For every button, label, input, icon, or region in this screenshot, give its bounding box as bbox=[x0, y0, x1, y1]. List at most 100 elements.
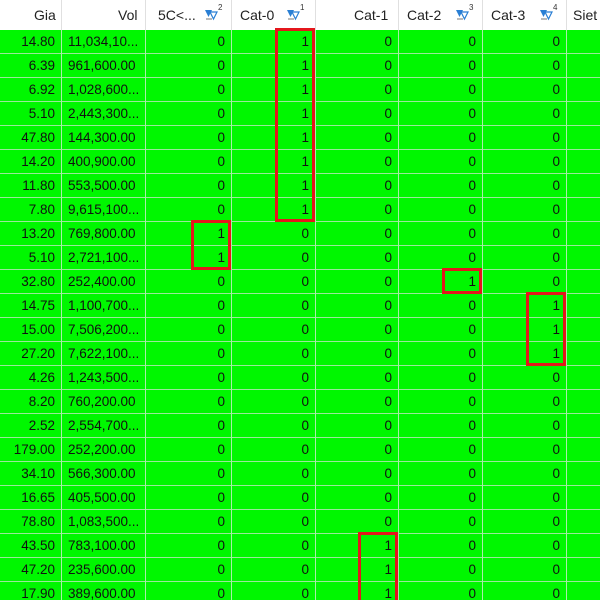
cell-5c[interactable]: 0 bbox=[146, 558, 232, 582]
cell-cat-3[interactable]: 0 bbox=[483, 582, 567, 600]
cell-siet[interactable] bbox=[567, 414, 600, 438]
cell-cat-2[interactable]: 0 bbox=[399, 54, 483, 78]
cell-cat-0[interactable]: 0 bbox=[232, 222, 316, 246]
cell-cat-2[interactable]: 0 bbox=[399, 390, 483, 414]
cell-cat-1[interactable]: 0 bbox=[316, 438, 399, 462]
cell-gia[interactable]: 13.20 bbox=[0, 222, 62, 246]
table-row[interactable]: 15.00 7,506,200... 0 0 0 0 1 bbox=[0, 318, 600, 342]
column-header-cat-3[interactable]: Cat-3 4 bbox=[483, 0, 567, 30]
cell-cat-1[interactable]: 0 bbox=[316, 222, 399, 246]
cell-cat-2[interactable]: 0 bbox=[399, 486, 483, 510]
cell-cat-0[interactable]: 0 bbox=[232, 414, 316, 438]
cell-cat-0[interactable]: 1 bbox=[232, 102, 316, 126]
table-row[interactable]: 47.20 235,600.00 0 0 1 0 0 bbox=[0, 558, 600, 582]
cell-cat-1[interactable]: 0 bbox=[316, 342, 399, 366]
column-header-gia[interactable]: Gia bbox=[0, 0, 62, 30]
cell-siet[interactable] bbox=[567, 366, 600, 390]
cell-siet[interactable] bbox=[567, 582, 600, 600]
table-row[interactable]: 78.80 1,083,500... 0 0 0 0 0 bbox=[0, 510, 600, 534]
cell-vol[interactable]: 2,443,300... bbox=[62, 102, 146, 126]
cell-5c[interactable]: 0 bbox=[146, 534, 232, 558]
table-row[interactable]: 34.10 566,300.00 0 0 0 0 0 bbox=[0, 462, 600, 486]
cell-cat-2[interactable]: 0 bbox=[399, 78, 483, 102]
cell-vol[interactable]: 566,300.00 bbox=[62, 462, 146, 486]
cell-vol[interactable]: 144,300.00 bbox=[62, 126, 146, 150]
cell-cat-1[interactable]: 0 bbox=[316, 126, 399, 150]
cell-siet[interactable] bbox=[567, 126, 600, 150]
cell-cat-3[interactable]: 0 bbox=[483, 534, 567, 558]
cell-gia[interactable]: 7.80 bbox=[0, 198, 62, 222]
table-row[interactable]: 11.80 553,500.00 0 1 0 0 0 bbox=[0, 174, 600, 198]
cell-cat-1[interactable]: 1 bbox=[316, 534, 399, 558]
cell-cat-2[interactable]: 0 bbox=[399, 534, 483, 558]
cell-vol[interactable]: 400,900.00 bbox=[62, 150, 146, 174]
cell-cat-3[interactable]: 0 bbox=[483, 462, 567, 486]
cell-5c[interactable]: 0 bbox=[146, 198, 232, 222]
sort-descending-icon[interactable]: 2 bbox=[204, 3, 224, 21]
table-row[interactable]: 13.20 769,800.00 1 0 0 0 0 bbox=[0, 222, 600, 246]
cell-gia[interactable]: 14.80 bbox=[0, 30, 62, 54]
sort-descending-icon[interactable]: 4 bbox=[539, 3, 559, 21]
cell-5c[interactable]: 0 bbox=[146, 174, 232, 198]
cell-cat-2[interactable]: 0 bbox=[399, 582, 483, 600]
cell-cat-0[interactable]: 0 bbox=[232, 438, 316, 462]
cell-siet[interactable] bbox=[567, 294, 600, 318]
table-row[interactable]: 2.52 2,554,700... 0 0 0 0 0 bbox=[0, 414, 600, 438]
table-row[interactable]: 14.80 11,034,10... 0 1 0 0 0 bbox=[0, 30, 600, 54]
cell-cat-3[interactable]: 0 bbox=[483, 270, 567, 294]
cell-vol[interactable]: 252,200.00 bbox=[62, 438, 146, 462]
cell-cat-1[interactable]: 0 bbox=[316, 510, 399, 534]
column-header-cat-1[interactable]: Cat-1 bbox=[316, 0, 399, 30]
cell-cat-0[interactable]: 0 bbox=[232, 246, 316, 270]
cell-cat-1[interactable]: 0 bbox=[316, 78, 399, 102]
cell-cat-1[interactable]: 1 bbox=[316, 582, 399, 600]
cell-5c[interactable]: 0 bbox=[146, 342, 232, 366]
cell-cat-3[interactable]: 0 bbox=[483, 510, 567, 534]
cell-cat-0[interactable]: 0 bbox=[232, 270, 316, 294]
cell-cat-0[interactable]: 0 bbox=[232, 294, 316, 318]
cell-siet[interactable] bbox=[567, 558, 600, 582]
table-row[interactable]: 47.80 144,300.00 0 1 0 0 0 bbox=[0, 126, 600, 150]
cell-cat-0[interactable]: 1 bbox=[232, 126, 316, 150]
cell-cat-3[interactable]: 1 bbox=[483, 294, 567, 318]
cell-cat-1[interactable]: 0 bbox=[316, 102, 399, 126]
cell-vol[interactable]: 1,083,500... bbox=[62, 510, 146, 534]
cell-5c[interactable]: 0 bbox=[146, 462, 232, 486]
cell-cat-0[interactable]: 1 bbox=[232, 150, 316, 174]
cell-cat-3[interactable]: 0 bbox=[483, 102, 567, 126]
cell-cat-3[interactable]: 0 bbox=[483, 198, 567, 222]
cell-cat-1[interactable]: 0 bbox=[316, 294, 399, 318]
cell-gia[interactable]: 4.26 bbox=[0, 366, 62, 390]
cell-5c[interactable]: 0 bbox=[146, 150, 232, 174]
cell-5c[interactable]: 0 bbox=[146, 318, 232, 342]
cell-cat-3[interactable]: 0 bbox=[483, 414, 567, 438]
cell-vol[interactable]: 783,100.00 bbox=[62, 534, 146, 558]
cell-cat-0[interactable]: 0 bbox=[232, 462, 316, 486]
cell-siet[interactable] bbox=[567, 78, 600, 102]
cell-vol[interactable]: 1,100,700... bbox=[62, 294, 146, 318]
cell-cat-0[interactable]: 0 bbox=[232, 318, 316, 342]
cell-cat-1[interactable]: 0 bbox=[316, 414, 399, 438]
cell-5c[interactable]: 1 bbox=[146, 222, 232, 246]
cell-cat-2[interactable]: 0 bbox=[399, 438, 483, 462]
cell-cat-0[interactable]: 1 bbox=[232, 30, 316, 54]
cell-gia[interactable]: 43.50 bbox=[0, 534, 62, 558]
cell-gia[interactable]: 5.10 bbox=[0, 102, 62, 126]
cell-cat-3[interactable]: 0 bbox=[483, 222, 567, 246]
cell-cat-3[interactable]: 0 bbox=[483, 390, 567, 414]
cell-vol[interactable]: 252,400.00 bbox=[62, 270, 146, 294]
column-header-cat-2[interactable]: Cat-2 3 bbox=[399, 0, 483, 30]
cell-cat-2[interactable]: 0 bbox=[399, 510, 483, 534]
cell-cat-1[interactable]: 0 bbox=[316, 30, 399, 54]
cell-siet[interactable] bbox=[567, 270, 600, 294]
cell-vol[interactable]: 553,500.00 bbox=[62, 174, 146, 198]
cell-vol[interactable]: 7,506,200... bbox=[62, 318, 146, 342]
cell-cat-2[interactable]: 0 bbox=[399, 198, 483, 222]
cell-cat-3[interactable]: 0 bbox=[483, 438, 567, 462]
table-row[interactable]: 14.20 400,900.00 0 1 0 0 0 bbox=[0, 150, 600, 174]
cell-cat-0[interactable]: 1 bbox=[232, 54, 316, 78]
cell-vol[interactable]: 7,622,100... bbox=[62, 342, 146, 366]
cell-cat-3[interactable]: 0 bbox=[483, 150, 567, 174]
cell-cat-3[interactable]: 0 bbox=[483, 558, 567, 582]
cell-gia[interactable]: 8.20 bbox=[0, 390, 62, 414]
